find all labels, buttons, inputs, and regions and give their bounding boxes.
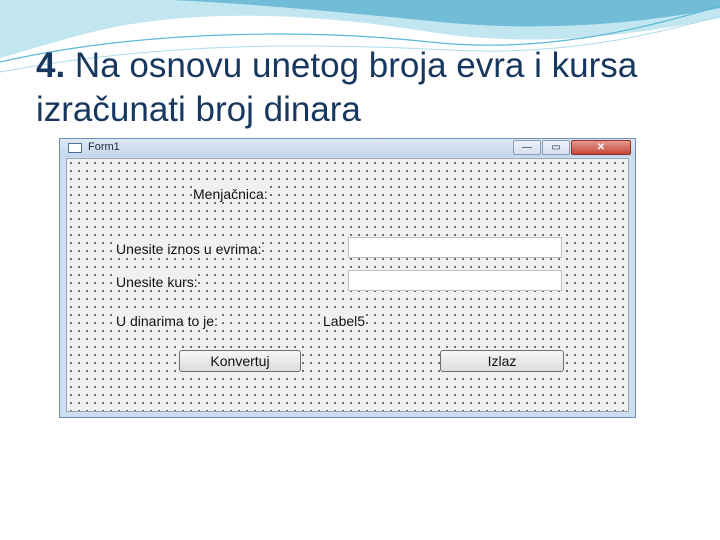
exchange-rate-input[interactable] <box>348 270 562 291</box>
close-button[interactable]: ✕ <box>571 140 631 155</box>
window-titlebar[interactable]: Form1 — ▭ ✕ <box>60 139 635 157</box>
euro-amount-label: Unesite iznos u evrima: <box>116 241 262 257</box>
maximize-button[interactable]: ▭ <box>542 140 570 155</box>
convert-button[interactable]: Konvertuj <box>179 350 301 372</box>
exchange-rate-label: Unesite kurs: <box>116 274 198 290</box>
form-window: Form1 — ▭ ✕ Menjačnica: Unesite iznos u … <box>59 138 636 418</box>
slide-title-number: 4. <box>36 46 66 85</box>
exit-button[interactable]: Izlaz <box>440 350 564 372</box>
result-caption-label: U dinarima to je: <box>116 313 218 329</box>
window-title: Form1 <box>88 141 120 153</box>
slide-title-text: Na osnovu unetog broja evra i kursa izra… <box>36 46 638 129</box>
slide-title: 4. Na osnovu unetog broja evra i kursa i… <box>36 44 696 132</box>
form-heading-label: Menjačnica: <box>193 186 268 202</box>
minimize-button[interactable]: — <box>513 140 541 155</box>
euro-amount-input[interactable] <box>348 237 562 258</box>
form-design-surface: Menjačnica: Unesite iznos u evrima: Unes… <box>66 158 629 412</box>
window-app-icon <box>68 143 82 153</box>
result-value-label: Label5 <box>323 313 366 329</box>
